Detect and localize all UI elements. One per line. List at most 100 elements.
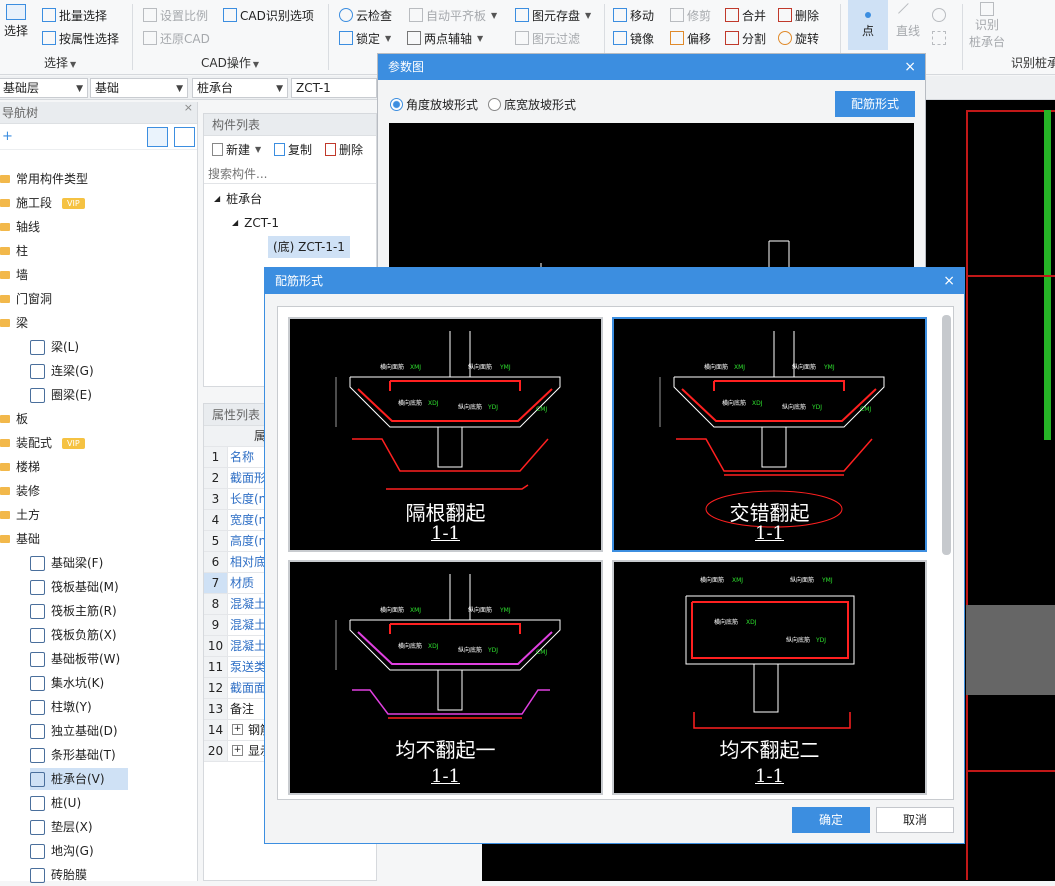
nav-item-isolated-footing[interactable]: 独立基础(D) [30,720,118,742]
folder-icon [0,439,10,447]
nav-item-column-pier[interactable]: 柱墩(Y) [30,696,92,718]
merge-button[interactable]: 合并 [725,6,766,24]
rebar-option-4[interactable]: 横向面筋 XMJ 纵向面筋 YMJ 横向底筋 XDJ 纵向底筋 YDJ 均不翻起二 1-1 [612,560,927,795]
component-type-icon [30,699,45,715]
nav-item-raft-main-rebar[interactable]: 筏板主筋(R) [30,600,117,622]
draw-point-button[interactable]: 点 [848,0,888,50]
new-component-button[interactable]: 新建 ▼ [212,140,261,158]
rebar-option-2[interactable]: 横向面筋 XMJ 纵向面筋 YMJ 横向底筋 XDJ 纵向底筋 YDJ CMJ 交错翻起 1-1 [612,317,927,552]
nav-item-foundation[interactable]: 基础 [0,528,40,550]
component-search-input[interactable] [204,164,376,184]
canvas-red-line [966,275,1055,277]
nav-item-pile-cap[interactable]: 桩承台(V) [30,768,128,790]
trim-button[interactable]: 修剪 [670,6,711,24]
pin-icon[interactable]: + [2,129,13,144]
cad-group-label[interactable]: CAD操作 ▼ [201,54,259,71]
batch-select-button[interactable]: 批量选择 [42,6,107,24]
option-name: 均不翻起二 [719,738,820,762]
save-element-button[interactable]: 图元存盘 ▼ [515,6,591,24]
canvas-red-frame [966,110,1055,880]
radio-bottom-width-slope[interactable]: 底宽放坡形式 [488,95,576,113]
close-icon[interactable]: × [184,101,193,114]
nav-item-beam-l[interactable]: 梁(L) [30,336,79,358]
expand-icon[interactable]: + [232,724,243,735]
select-group-label[interactable]: 选择 ▼ [44,54,76,71]
tree-view-icon[interactable] [174,127,195,147]
vip-badge: VIP [62,197,85,209]
floor-select[interactable]: 基础层 ▼ [0,78,88,98]
nav-item-door-window[interactable]: 门窗洞 [0,288,52,310]
tree-node-selected[interactable]: (底) ZCT-1-1 [268,236,350,258]
tree-node-zct[interactable]: ◢ ZCT-1 [232,212,279,234]
radio-angle-slope[interactable]: 角度放坡形式 [390,95,478,113]
auto-flat-slab-button[interactable]: 自动平齐板 ▼ [409,6,497,24]
rebar-form-button[interactable]: 配筋形式 [835,91,915,117]
nav-item-slab[interactable]: 板 [0,408,28,430]
rotate-button[interactable]: 旋转 [778,29,819,47]
nav-item-foundation-beam[interactable]: 基础梁(F) [30,552,103,574]
nav-item-link-beam[interactable]: 连梁(G) [30,360,94,382]
close-icon[interactable]: × [943,268,955,294]
nav-item-brick-form[interactable]: 砖胎膜 [30,864,87,886]
cancel-button[interactable]: 取消 [876,807,954,833]
move-button[interactable]: 移动 [613,6,654,24]
element-filter-button[interactable]: 图元过滤 [515,29,580,47]
nav-item-ring-beam[interactable]: 圈梁(E) [30,384,92,406]
nav-item-column[interactable]: 柱 [0,240,28,262]
delete-button[interactable]: 删除 [778,6,819,24]
list-view-icon[interactable] [147,127,168,147]
restore-cad-button[interactable]: 还原CAD [143,29,210,47]
lock-button[interactable]: 锁定 ▼ [339,29,391,47]
scrollbar[interactable] [942,315,951,555]
nav-item-trench[interactable]: 地沟(G) [30,840,94,862]
cloud-icon [339,8,353,22]
nav-item-cushion[interactable]: 垫层(X) [30,816,93,838]
expand-icon[interactable]: + [232,745,243,756]
nav-item-wall[interactable]: 墙 [0,264,28,286]
nav-item-raft-neg-rebar[interactable]: 筏板负筋(X) [30,624,117,646]
set-scale-button[interactable]: 设置比例 [143,6,208,24]
recognize-pile-cap-button[interactable]: 识别 桩承台 [969,2,1005,52]
nav-item-foundation-strip[interactable]: 基础板带(W) [30,648,120,670]
nav-item-pile[interactable]: 桩(U) [30,792,81,814]
component-type-icon [30,363,45,379]
mirror-button[interactable]: 镜像 [613,29,654,47]
subtype-select[interactable]: 桩承台 ▼ [192,78,288,98]
close-icon[interactable]: × [904,54,916,80]
nav-item-common-types[interactable]: 常用构件类型 [0,168,88,190]
delete-component-button[interactable]: 删除 [325,140,363,158]
folder-icon [0,247,10,255]
two-point-axis-button[interactable]: 两点辅轴 ▼ [407,29,483,47]
ok-button[interactable]: 确定 [792,807,870,833]
tree-node-root[interactable]: ◢ 桩承台 [214,188,262,210]
select-button[interactable]: 选择 [4,4,28,44]
nav-item-axis[interactable]: 轴线 [0,216,40,238]
merge-icon [725,8,739,22]
nav-item-earthwork[interactable]: 土方 [0,504,40,526]
component-type-icon [30,555,45,571]
circle-tool-button[interactable] [932,6,946,24]
rebar-option-1[interactable]: 横向面筋 XMJ 纵向面筋 YMJ 横向底筋 XDJ 纵向底筋 YDJ CMJ 隔根翻起 1-1 [288,317,603,552]
navigation-tree-panel: 导航树 × + 常用构件类型 施工段 VIP 轴线柱墙门窗洞梁梁(L) 连梁(G) 圈梁(… [0,101,198,883]
rect-tool-button[interactable] [932,29,946,47]
component-select[interactable]: ZCT-1 [291,78,377,98]
folder-icon [0,487,10,495]
rebar-option-3[interactable]: 横向面筋 XMJ 纵向面筋 YMJ 横向底筋 XDJ 纵向底筋 YDJ CMJ 均不翻起一 1-1 [288,560,603,795]
nav-item-stairs[interactable]: 楼梯 [0,456,40,478]
nav-item-prefab[interactable]: 装配式 VIP [0,432,85,454]
nav-item-raft[interactable]: 筏板基础(M) [30,576,119,598]
nav-item-strip-footing[interactable]: 条形基础(T) [30,744,116,766]
offset-button[interactable]: 偏移 [670,29,711,47]
copy-component-button[interactable]: 复制 [274,140,312,158]
type-select[interactable]: 基础 ▼ [90,78,188,98]
cad-recognize-options-button[interactable]: CAD识别选项 [223,6,314,24]
split-button[interactable]: 分割 [725,29,766,47]
nav-item-construction-segment[interactable]: 施工段 VIP [0,192,85,214]
nav-item-decoration[interactable]: 装修 [0,480,40,502]
cloud-check-button[interactable]: 云检查 [339,6,392,24]
nav-item-sump[interactable]: 集水坑(K) [30,672,104,694]
nav-item-beam[interactable]: 梁 [0,312,28,334]
draw-line-button[interactable]: 直线 [896,3,920,40]
restore-icon [143,31,157,45]
select-by-attribute-button[interactable]: 按属性选择 [42,29,119,47]
